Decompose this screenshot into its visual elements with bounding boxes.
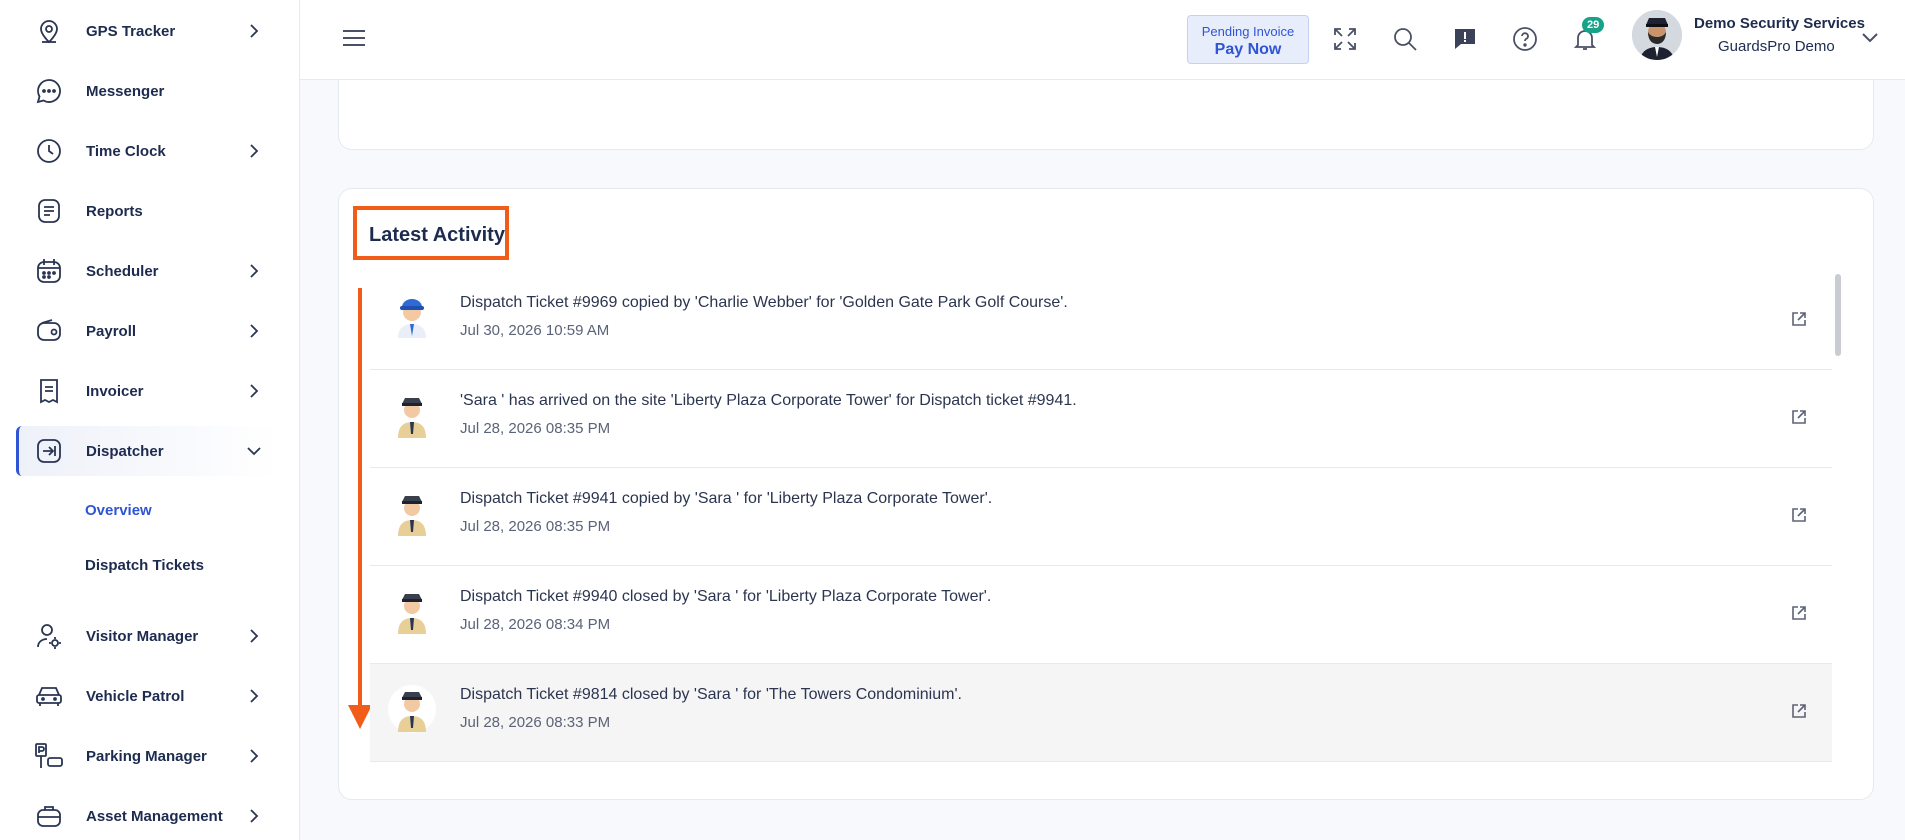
sidebar-item-gps-tracker[interactable]: GPS Tracker — [16, 6, 278, 56]
blue-cap-user-avatar-icon — [388, 292, 436, 342]
sidebar-item-label: Time Clock — [86, 142, 166, 160]
sidebar-item-parking-manager[interactable]: Parking Manager — [16, 731, 278, 781]
chevron-right-icon — [244, 141, 264, 161]
search-icon[interactable] — [1390, 24, 1420, 54]
document-list-icon — [34, 196, 64, 226]
sidebar-item-invoicer[interactable]: Invoicer — [16, 366, 278, 416]
sidebar-item-messenger[interactable]: Messenger — [16, 66, 278, 116]
sidebar-item-scheduler[interactable]: Scheduler — [16, 246, 278, 296]
chat-bubble-icon — [34, 76, 64, 106]
location-pin-icon — [34, 16, 64, 46]
sidebar-item-vehicle-patrol[interactable]: Vehicle Patrol — [16, 671, 278, 721]
sidebar-item-label: Vehicle Patrol — [86, 687, 185, 705]
external-link-icon[interactable] — [1788, 700, 1810, 722]
annotation-arrow — [358, 288, 362, 708]
chevron-down-icon[interactable] — [1862, 30, 1878, 48]
feedback-icon[interactable] — [1450, 24, 1480, 54]
chevron-right-icon — [244, 261, 264, 281]
pending-invoice-label: Pending Invoice — [1201, 24, 1295, 39]
chevron-right-icon — [244, 381, 264, 401]
top-bar: Pending Invoice Pay Now 29 Demo Security… — [300, 0, 1905, 80]
sidebar-item-label: Scheduler — [86, 262, 159, 280]
guard-avatar-icon — [388, 586, 436, 636]
sidebar-item-dispatcher[interactable]: Dispatcher — [16, 426, 278, 476]
guard-avatar-icon — [388, 684, 436, 734]
sidebar-item-label: Invoicer — [86, 382, 144, 400]
sidebar-item-payroll[interactable]: Payroll — [16, 306, 278, 356]
sidebar-subitem-overview[interactable]: Overview — [85, 502, 152, 519]
activity-item[interactable]: Dispatch Ticket #9969 copied by 'Charlie… — [370, 272, 1832, 370]
sidebar-item-asset-management[interactable]: Asset Management — [16, 791, 278, 840]
notification-count-badge: 29 — [1582, 17, 1605, 33]
sidebar-item-label: GPS Tracker — [86, 22, 176, 40]
guard-avatar-icon — [388, 488, 436, 538]
help-icon[interactable] — [1510, 24, 1540, 54]
external-link-icon[interactable] — [1788, 504, 1810, 526]
receipt-icon — [34, 376, 64, 406]
car-icon — [34, 681, 64, 711]
parking-icon — [34, 741, 64, 771]
annotation-arrow-head — [348, 705, 372, 729]
sidebar-item-visitor-manager[interactable]: Visitor Manager — [16, 611, 278, 661]
sidebar-item-label: Payroll — [86, 322, 137, 340]
activity-item[interactable]: Dispatch Ticket #9814 closed by 'Sara ' … — [370, 664, 1832, 762]
sidebar-item-label: Messenger — [86, 82, 165, 100]
external-link-icon[interactable] — [1788, 602, 1810, 624]
calendar-icon — [34, 256, 64, 286]
visitor-icon — [34, 621, 64, 651]
activity-message: 'Sara ' has arrived on the site 'Liberty… — [460, 392, 1077, 409]
activity-message: Dispatch Ticket #9814 closed by 'Sara ' … — [460, 686, 962, 703]
activity-item[interactable]: Dispatch Ticket #9941 copied by 'Sara ' … — [370, 468, 1832, 566]
user-name[interactable]: Demo Security Services — [1694, 15, 1865, 32]
external-link-icon[interactable] — [1788, 308, 1810, 330]
activity-time: Jul 28, 2026 08:33 PM — [460, 714, 611, 731]
guard-avatar-icon — [388, 390, 436, 440]
avatar[interactable] — [1632, 10, 1682, 60]
clock-icon — [34, 136, 64, 166]
pay-now-button[interactable]: Pending Invoice Pay Now — [1187, 15, 1309, 64]
activity-time: Jul 30, 2026 10:59 AM — [460, 322, 610, 339]
sidebar-item-label: Dispatcher — [86, 442, 164, 460]
activity-time: Jul 28, 2026 08:35 PM — [460, 420, 611, 437]
chevron-right-icon — [244, 21, 264, 41]
sidebar-item-label: Parking Manager — [86, 747, 207, 765]
activity-item[interactable]: 'Sara ' has arrived on the site 'Liberty… — [370, 370, 1832, 468]
briefcase-icon — [34, 801, 64, 831]
sidebar: GPS Tracker Messenger Time Clock Reports… — [0, 0, 300, 840]
activity-message: Dispatch Ticket #9940 closed by 'Sara ' … — [460, 588, 992, 605]
activity-message: Dispatch Ticket #9941 copied by 'Sara ' … — [460, 490, 993, 507]
hamburger-menu-icon[interactable] — [342, 28, 366, 53]
sidebar-item-label: Reports — [86, 202, 143, 220]
pay-now-label: Pay Now — [1214, 41, 1282, 58]
activity-time: Jul 28, 2026 08:35 PM — [460, 518, 611, 535]
chevron-right-icon — [244, 746, 264, 766]
sidebar-item-reports[interactable]: Reports — [16, 186, 278, 236]
sidebar-subitem-dispatch-tickets[interactable]: Dispatch Tickets — [85, 557, 204, 574]
external-link-icon[interactable] — [1788, 406, 1810, 428]
dispatch-icon — [34, 436, 64, 466]
wallet-icon — [34, 316, 64, 346]
latest-activity-card: Latest Activity Dispatch Ticket #9969 co… — [338, 188, 1874, 800]
sidebar-item-label: Asset Management — [86, 807, 223, 825]
chevron-down-icon — [244, 441, 264, 461]
chevron-right-icon — [244, 806, 264, 826]
chevron-right-icon — [244, 321, 264, 341]
sidebar-item-time-clock[interactable]: Time Clock — [16, 126, 278, 176]
activity-item[interactable]: Dispatch Ticket #9940 closed by 'Sara ' … — [370, 566, 1832, 664]
activity-time: Jul 28, 2026 08:34 PM — [460, 616, 611, 633]
fullscreen-icon[interactable] — [1330, 24, 1360, 54]
chevron-right-icon — [244, 626, 264, 646]
chevron-right-icon — [244, 686, 264, 706]
user-organization: GuardsPro Demo — [1718, 38, 1835, 55]
sidebar-item-label: Visitor Manager — [86, 627, 199, 645]
card-title: Latest Activity — [369, 224, 505, 246]
activity-message: Dispatch Ticket #9969 copied by 'Charlie… — [460, 294, 1068, 311]
scrollbar-thumb[interactable] — [1835, 274, 1841, 356]
